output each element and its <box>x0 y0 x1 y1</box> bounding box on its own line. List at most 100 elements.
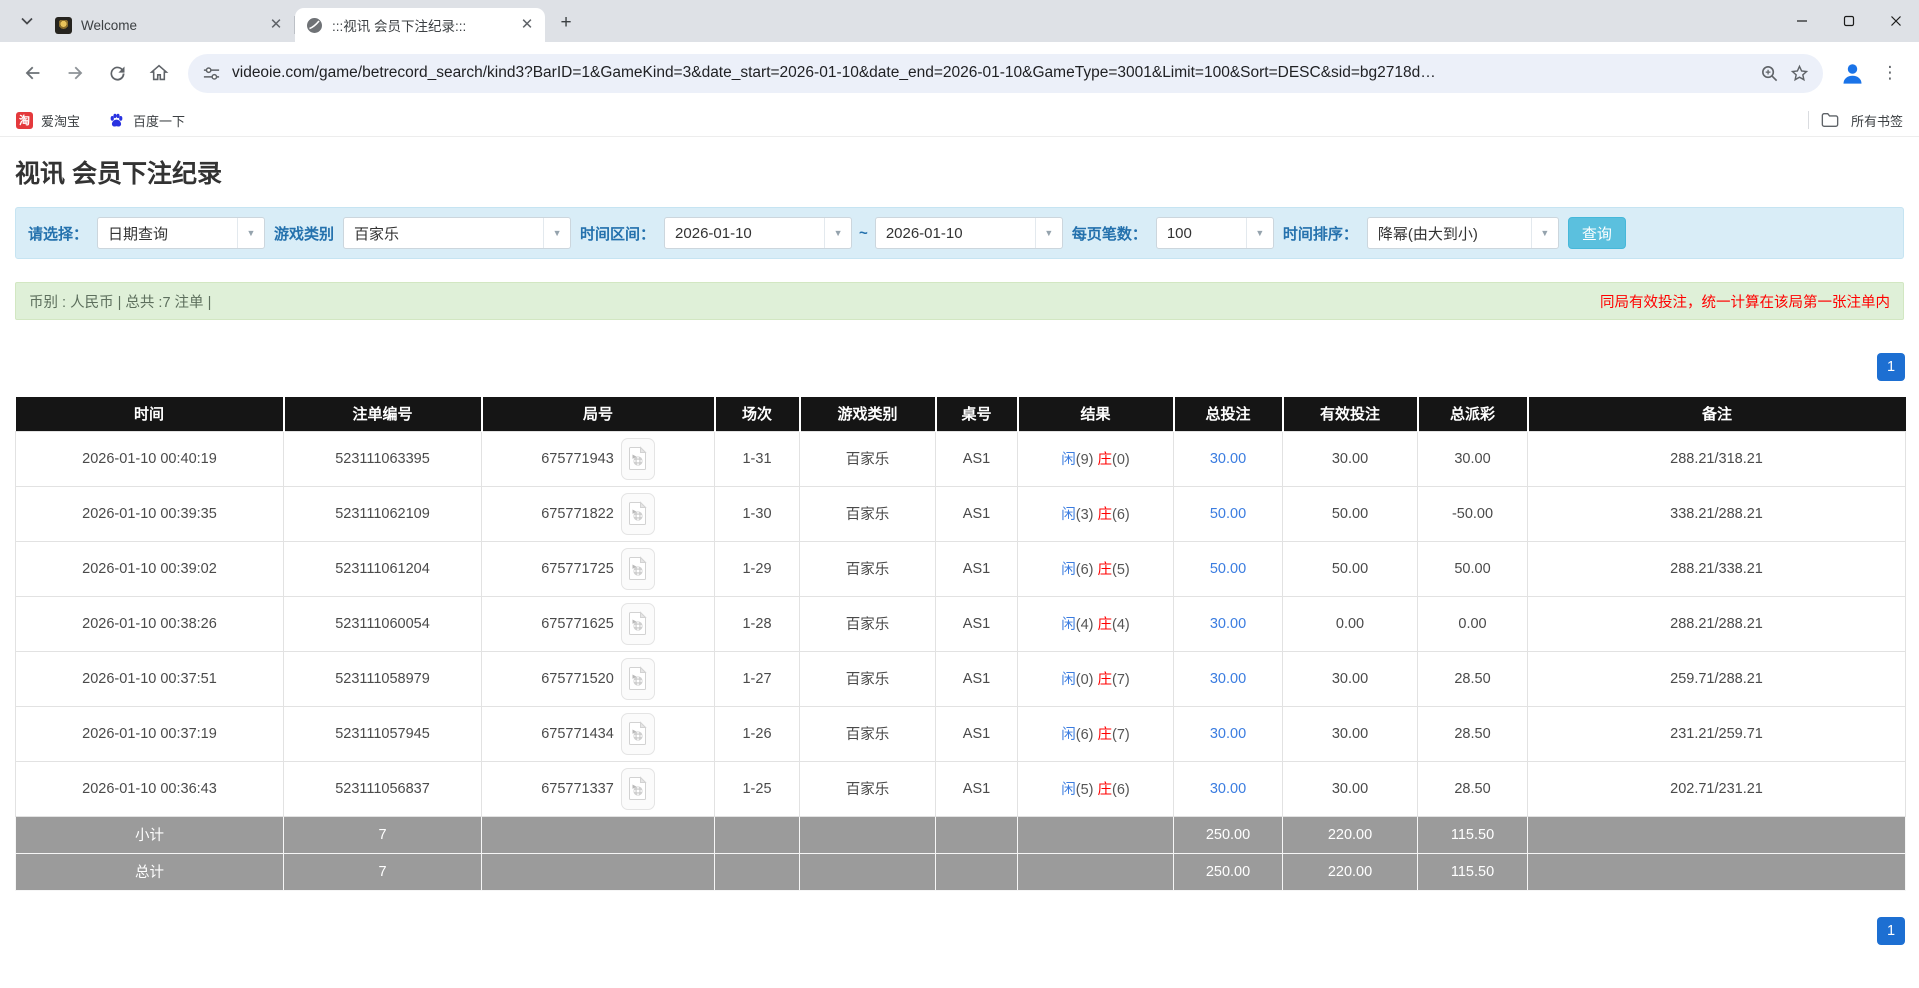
cell-bet-id: 523111057945 <box>284 706 482 761</box>
cell-total-bet[interactable]: 30.00 <box>1174 761 1283 816</box>
total-bet-link[interactable]: 30.00 <box>1210 726 1246 742</box>
pagination-top: 1 <box>14 353 1905 381</box>
page-number-button[interactable]: 1 <box>1877 353 1905 381</box>
bookmark-star-icon[interactable] <box>1790 64 1809 83</box>
bookmarks-divider <box>1808 111 1809 129</box>
video-replay-button[interactable] <box>621 493 655 535</box>
footer-label: 总计 <box>16 853 284 890</box>
cell-total-bet[interactable]: 30.00 <box>1174 596 1283 651</box>
total-bet-link[interactable]: 30.00 <box>1210 671 1246 687</box>
tab-title: :::视讯 会员下注纪录::: <box>332 15 509 35</box>
bookmark-baidu[interactable]: 百度一下 <box>108 111 185 130</box>
result-player: 闲 <box>1061 562 1076 578</box>
video-replay-button[interactable] <box>621 713 655 755</box>
window-close-button[interactable] <box>1872 0 1919 42</box>
page-size-select[interactable]: 100▼ <box>1156 217 1274 249</box>
back-icon[interactable] <box>14 54 52 92</box>
footer-empty <box>800 816 936 853</box>
browser-menu-icon[interactable]: ⋮ <box>1875 54 1905 92</box>
video-replay-button[interactable] <box>621 658 655 700</box>
address-bar[interactable]: videoie.com/game/betrecord_search/kind3?… <box>188 54 1823 93</box>
cell-game-type: 百家乐 <box>800 761 936 816</box>
bookmarks-bar: 淘 爱淘宝 百度一下 所有书签 <box>0 104 1919 137</box>
round-number: 675771943 <box>541 451 614 467</box>
cell-result: 闲(6) 庄(7) <box>1018 706 1174 761</box>
column-header: 结果 <box>1018 397 1174 431</box>
column-header: 局号 <box>482 397 715 431</box>
query-button[interactable]: 查询 <box>1568 217 1626 249</box>
window-minimize-button[interactable] <box>1778 0 1825 42</box>
cell-bet-id: 523111061204 <box>284 541 482 596</box>
cell-total-bet[interactable]: 30.00 <box>1174 651 1283 706</box>
window-maximize-button[interactable] <box>1825 0 1872 42</box>
cell-remark: 202.71/231.21 <box>1528 761 1906 816</box>
table-footer-row: 总计7250.00220.00115.50 <box>16 853 1906 890</box>
tab-welcome[interactable]: Welcome ✕ <box>44 8 294 42</box>
tab-search-chevron-icon[interactable] <box>10 0 44 42</box>
all-bookmarks[interactable]: 所有书签 <box>1808 111 1903 130</box>
cell-remark: 288.21/288.21 <box>1528 596 1906 651</box>
footer-count: 7 <box>284 816 482 853</box>
bet-record-page: 视讯 会员下注纪录 请选择： 日期查询▼ 游戏类别 百家乐▼ 时间区间： 202… <box>0 154 1919 945</box>
bookmark-label: 爱淘宝 <box>41 111 80 130</box>
cell-result: 闲(0) 庄(7) <box>1018 651 1174 706</box>
site-settings-icon[interactable] <box>202 64 221 83</box>
video-replay-button[interactable] <box>621 603 655 645</box>
tab-title: Welcome <box>81 18 258 33</box>
cell-session: 1-26 <box>715 706 800 761</box>
game-kind-select[interactable]: 百家乐▼ <box>343 217 571 249</box>
profile-avatar[interactable] <box>1833 54 1871 92</box>
home-icon[interactable] <box>140 54 178 92</box>
cell-total-bet[interactable]: 30.00 <box>1174 431 1283 486</box>
cell-session: 1-25 <box>715 761 800 816</box>
cell-round-id: 675771337 <box>482 761 715 816</box>
new-tab-button[interactable]: + <box>551 8 581 38</box>
tab-close-icon[interactable]: ✕ <box>518 16 536 34</box>
reload-icon[interactable] <box>98 54 136 92</box>
cell-total-bet[interactable]: 50.00 <box>1174 541 1283 596</box>
page-number-button[interactable]: 1 <box>1877 917 1905 945</box>
video-replay-button[interactable] <box>621 438 655 480</box>
window-controls <box>1778 0 1919 42</box>
query-mode-select[interactable]: 日期查询▼ <box>97 217 265 249</box>
column-header: 桌号 <box>936 397 1018 431</box>
column-header: 游戏类别 <box>800 397 936 431</box>
cell-bet-id: 523111058979 <box>284 651 482 706</box>
tab-close-icon[interactable]: ✕ <box>267 16 285 34</box>
footer-total-bet: 250.00 <box>1174 816 1283 853</box>
cell-round-id: 675771725 <box>482 541 715 596</box>
total-bet-link[interactable]: 50.00 <box>1210 561 1246 577</box>
total-bet-link[interactable]: 50.00 <box>1210 506 1246 522</box>
bet-record-table: 时间注单编号局号场次游戏类别桌号结果总投注有效投注总派彩备注 2026-01-1… <box>15 397 1906 891</box>
table-row: 2026-01-10 00:37:51523111058979675771520… <box>16 651 1906 706</box>
cell-total-bet[interactable]: 50.00 <box>1174 486 1283 541</box>
footer-total-bet: 250.00 <box>1174 853 1283 890</box>
column-header: 有效投注 <box>1283 397 1418 431</box>
welcome-favicon <box>55 17 72 34</box>
footer-empty <box>715 853 800 890</box>
cell-session: 1-31 <box>715 431 800 486</box>
cell-table-no: AS1 <box>936 706 1018 761</box>
total-bet-link[interactable]: 30.00 <box>1210 616 1246 632</box>
cell-total-bet[interactable]: 30.00 <box>1174 706 1283 761</box>
zoom-icon[interactable] <box>1760 64 1779 83</box>
cell-remark: 288.21/318.21 <box>1528 431 1906 486</box>
tab-betrecord[interactable]: :::视讯 会员下注纪录::: ✕ <box>295 8 545 42</box>
bookmark-aitaobao[interactable]: 淘 爱淘宝 <box>16 111 80 130</box>
url-text[interactable]: videoie.com/game/betrecord_search/kind3?… <box>232 64 1749 82</box>
cell-remark: 288.21/338.21 <box>1528 541 1906 596</box>
footer-empty <box>1018 853 1174 890</box>
total-bet-link[interactable]: 30.00 <box>1210 451 1246 467</box>
date-start-select[interactable]: 2026-01-10▼ <box>664 217 852 249</box>
total-bet-link[interactable]: 30.00 <box>1210 781 1246 797</box>
cell-session: 1-27 <box>715 651 800 706</box>
table-row: 2026-01-10 00:36:43523111056837675771337… <box>16 761 1906 816</box>
result-banker: 庄 <box>1098 672 1113 688</box>
date-end-select[interactable]: 2026-01-10▼ <box>875 217 1063 249</box>
video-replay-button[interactable] <box>621 548 655 590</box>
summary-info-bar: 币别 : 人民币 | 总共 :7 注单 | 同局有效投注，统一计算在该局第一张注… <box>15 282 1904 320</box>
footer-count: 7 <box>284 853 482 890</box>
forward-icon[interactable] <box>56 54 94 92</box>
video-replay-button[interactable] <box>621 768 655 810</box>
time-sort-select[interactable]: 降幂(由大到小)▼ <box>1367 217 1559 249</box>
